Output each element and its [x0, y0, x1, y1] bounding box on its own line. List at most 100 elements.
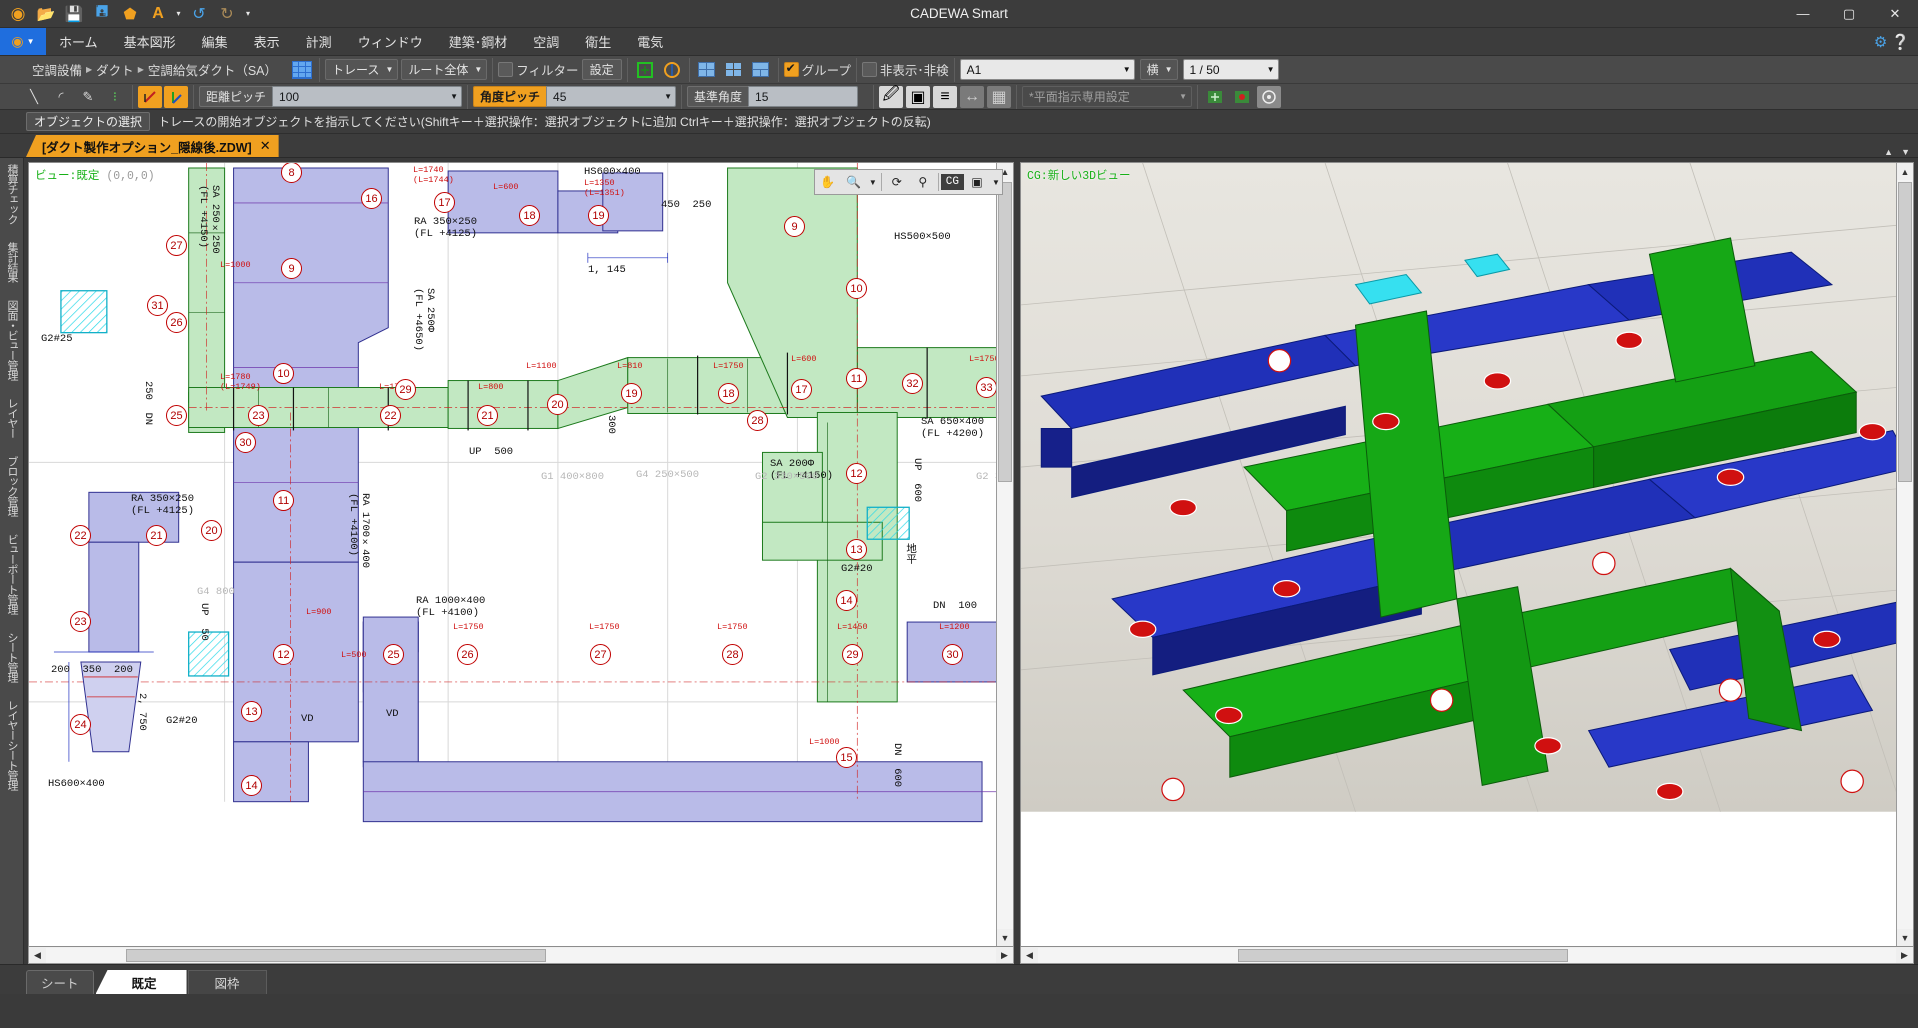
circle-tool-icon[interactable] — [1257, 85, 1282, 108]
breadcrumb-item-2[interactable]: 空調給気ダクト（SA） — [148, 60, 277, 79]
chevron-down-icon[interactable]: ▼ — [450, 92, 458, 101]
menu-item-edit[interactable]: 編集 — [189, 28, 241, 55]
distance-pitch-input[interactable]: 100 ▼ — [272, 86, 463, 107]
scroll-down-icon[interactable]: ▼ — [1897, 147, 1914, 157]
balloon-tag[interactable]: 21 — [146, 525, 167, 546]
scroll-up-icon[interactable]: ▲ — [1897, 163, 1913, 180]
route-dropdown[interactable]: ルート全体 ▼ — [401, 59, 488, 80]
canvas-2d[interactable]: 8 16 17 18 19 27 9 9 10 31 26 10 29 19 18 17 11 32 33 25 23 2… — [28, 162, 1014, 947]
balloon-tag[interactable]: 23 — [248, 405, 269, 426]
help-icon[interactable]: ❔ — [1891, 33, 1910, 51]
menu-item-hvac[interactable]: 空調 — [520, 28, 572, 55]
app-logo-icon[interactable]: ◉ — [5, 2, 31, 26]
scale-dropdown[interactable]: 1 / 50 ▼ — [1182, 59, 1279, 80]
settings-button[interactable]: 設定 — [581, 59, 622, 80]
zoom-icon[interactable]: 🔍 — [841, 170, 867, 194]
balloon-tag[interactable]: 9 — [784, 216, 805, 237]
layout-2x2-icon[interactable] — [695, 59, 719, 81]
sheet-tab-border[interactable]: 図枠 — [187, 970, 267, 994]
scroll-track[interactable] — [997, 180, 1013, 929]
balloon-tag[interactable]: 31 — [147, 295, 168, 316]
balloon-tag[interactable]: 22 — [380, 405, 401, 426]
base-angle-input[interactable]: 15 — [748, 86, 859, 107]
fit-icon[interactable]: ⚲ — [910, 170, 936, 194]
pan-icon[interactable]: ✋ — [815, 170, 841, 194]
scroll-track[interactable] — [1038, 947, 1896, 963]
sidebar-item-block-manager[interactable]: ブロック管理 — [6, 456, 18, 516]
snap-green-icon[interactable] — [633, 59, 657, 81]
balloon-tag[interactable]: 8 — [281, 163, 302, 183]
text-dropdown-icon[interactable]: ▾ — [173, 2, 184, 26]
breadcrumb-item-1[interactable]: ダクト — [96, 60, 134, 79]
chevron-down-icon[interactable]: ▼ — [867, 170, 879, 194]
hidden-checkbox[interactable] — [861, 62, 877, 77]
menu-item-electrical[interactable]: 電気 — [624, 28, 676, 55]
settings-gear-icon[interactable]: ⚙ — [1874, 33, 1887, 51]
view-2d-horizontal-scrollbar[interactable]: ◀ ▶ — [28, 947, 1014, 964]
menu-item-basic-shapes[interactable]: 基本図形 — [111, 28, 189, 55]
balloon-tag[interactable]: 21 — [477, 405, 498, 426]
balloon-tag[interactable]: 11 — [273, 490, 294, 511]
balloon-tag[interactable]: 33 — [976, 377, 997, 398]
balloon-tag[interactable]: 14 — [241, 775, 262, 796]
balloon-tag[interactable]: 17 — [791, 379, 812, 400]
sheet-size-dropdown[interactable]: A1 ▼ — [959, 59, 1135, 80]
application-menu-button[interactable]: ◉ ▼ — [0, 28, 46, 55]
menu-item-architecture-steel[interactable]: 建築･鋼材 — [436, 28, 521, 55]
arc-tool-icon[interactable]: ◜ — [49, 86, 73, 108]
close-button[interactable]: ✕ — [1872, 0, 1918, 28]
scroll-track[interactable] — [46, 947, 996, 963]
balloon-tag[interactable]: 11 — [846, 368, 867, 389]
breadcrumb-item-0[interactable]: 空調設備 — [32, 60, 82, 79]
balloon-tag[interactable]: 10 — [273, 363, 294, 384]
horizontal-scroll-thumb[interactable] — [1238, 948, 1568, 962]
horizontal-scroll-thumb[interactable] — [126, 948, 546, 962]
angle-snap-icon[interactable] — [138, 85, 162, 108]
view-3d-horizontal-scrollbar[interactable]: ◀ ▶ — [1020, 947, 1914, 964]
layout-small-grid-icon[interactable] — [722, 59, 746, 81]
document-tab[interactable]: [ダクト製作オプション_隠線後.ZDW] ✕ — [26, 135, 279, 157]
menu-item-window[interactable]: ウィンドウ — [345, 28, 436, 55]
balloon-tag[interactable]: 32 — [902, 373, 923, 394]
text-icon[interactable]: A — [145, 2, 171, 26]
balloon-tag[interactable]: 24 — [70, 714, 91, 735]
balloon-tag[interactable]: 20 — [201, 520, 222, 541]
dim-icon[interactable]: ↔ — [960, 85, 985, 108]
balloon-tag[interactable]: 10 — [846, 278, 867, 299]
sidebar-item-layer-sheet-manager[interactable]: レイヤーシート管理 — [6, 700, 18, 790]
sidebar-item-aggregation-result[interactable]: 集計結果 — [6, 242, 18, 282]
view-cube-icon[interactable]: ▣ — [964, 170, 990, 194]
scroll-down-icon[interactable]: ▼ — [1897, 929, 1913, 946]
selection-mode-button[interactable]: オブジェクトの選択 — [26, 112, 151, 131]
angle-pitch-input[interactable]: 45 ▼ — [546, 86, 677, 107]
chevron-down-icon[interactable]: ▼ — [664, 92, 672, 101]
scroll-right-icon[interactable]: ▶ — [996, 948, 1013, 963]
balloon-tag[interactable]: 27 — [590, 644, 611, 665]
view-2d-vertical-scrollbar[interactable]: ▲ ▼ — [996, 163, 1013, 946]
balloon-tag[interactable]: 28 — [722, 644, 743, 665]
filter-checkbox[interactable] — [498, 62, 514, 77]
menu-item-sanitary[interactable]: 衛生 — [572, 28, 624, 55]
cg-badge[interactable]: CG — [940, 174, 964, 190]
group-checkbox[interactable] — [783, 61, 799, 77]
sidebar-item-layer[interactable]: レイヤー — [6, 398, 18, 438]
menu-item-view[interactable]: 表示 — [241, 28, 293, 55]
balloon-tag[interactable]: 29 — [842, 644, 863, 665]
balloon-tag[interactable]: 18 — [718, 383, 739, 404]
pen-edit-icon[interactable]: 🖉 — [879, 85, 904, 108]
balloon-tag[interactable]: 15 — [836, 747, 857, 768]
balloon-tag[interactable]: 19 — [588, 205, 609, 226]
shape-icon[interactable]: ⬟ — [117, 2, 143, 26]
canvas-3d[interactable]: CG:新しい3Dビュー ▲ ▼ — [1020, 162, 1914, 947]
scroll-down-icon[interactable]: ▼ — [997, 929, 1013, 946]
scroll-left-icon[interactable]: ◀ — [1021, 948, 1038, 963]
sheet-button[interactable]: シート — [26, 970, 94, 994]
menu-item-home[interactable]: ホーム — [46, 28, 111, 55]
layout-mixed-icon[interactable] — [749, 59, 773, 81]
qat-more-icon[interactable]: ▾ — [242, 2, 254, 26]
plugin-green-icon[interactable] — [1203, 86, 1227, 108]
balloon-tag[interactable]: 17 — [434, 192, 455, 213]
balloon-tag[interactable]: 12 — [273, 644, 294, 665]
close-icon[interactable]: ✕ — [260, 138, 271, 154]
window-view-icon[interactable]: ▣ — [906, 85, 931, 108]
